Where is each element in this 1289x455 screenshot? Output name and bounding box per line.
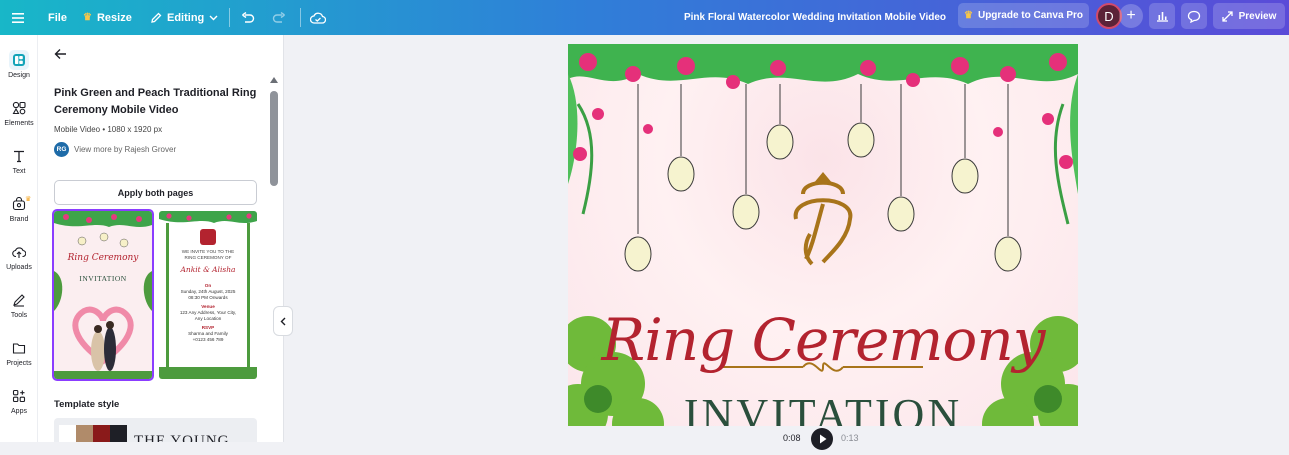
design-icon <box>9 50 29 70</box>
template-detail-panel: Pink Green and Peach Traditional Ring Ce… <box>38 35 284 442</box>
undo-icon <box>242 11 255 23</box>
thumbnail-2-invite-text: WE INVITE YOU TO THE RING CEREMONY OF <box>169 249 247 261</box>
template-style-heading: Template style <box>54 399 120 410</box>
canvas-invitation-heading[interactable]: INVITATION <box>568 389 1078 426</box>
redo-icon <box>272 11 285 23</box>
crown-icon: ♛ <box>25 196 32 203</box>
text-icon <box>9 146 29 166</box>
rail-item-elements[interactable]: Elements <box>0 98 38 142</box>
document-title[interactable]: Pink Floral Watercolor Wedding Invitatio… <box>620 0 1010 35</box>
left-rail: Design Elements Text ♛ Brand Uploads Too… <box>0 35 38 442</box>
style-preview-text: THE YOUNG <box>134 433 230 442</box>
upgrade-label: Upgrade to Canva Pro <box>977 10 1083 21</box>
crown-icon: ♛ <box>964 10 973 21</box>
upgrade-button[interactable]: ♛ Upgrade to Canva Pro <box>958 3 1089 28</box>
page-thumbnail-1[interactable]: Ring Ceremony INVITATION <box>52 209 154 381</box>
scrollbar-thumb[interactable] <box>270 91 278 186</box>
rail-label: Brand <box>9 216 29 223</box>
design-canvas[interactable]: Ring Ceremony INVITATION <box>568 44 1078 426</box>
rail-label: Text <box>12 168 26 175</box>
author-link[interactable]: RG View more by Rajesh Grover <box>54 142 176 157</box>
author-label: View more by Rajesh Grover <box>74 145 177 154</box>
pencil-icon <box>151 12 162 23</box>
rail-item-text[interactable]: Text <box>0 146 38 190</box>
arrow-left-icon <box>54 49 66 59</box>
add-collaborator-button[interactable]: + <box>1119 4 1143 28</box>
template-style-card[interactable]: THE YOUNG <box>54 418 257 442</box>
bar-chart-icon <box>1156 12 1168 22</box>
rail-item-tools[interactable]: Tools <box>0 290 38 334</box>
redo-button[interactable] <box>272 0 286 35</box>
play-button[interactable] <box>811 428 833 450</box>
chevron-left-icon <box>280 317 286 325</box>
apply-both-pages-button[interactable]: Apply both pages <box>54 180 257 205</box>
rail-label: Apps <box>11 408 27 415</box>
rail-item-brand[interactable]: ♛ Brand <box>0 194 38 238</box>
play-icon <box>820 434 827 444</box>
resize-label: Resize <box>96 11 132 24</box>
file-label: File <box>48 11 67 24</box>
avatar-initial: D <box>1104 8 1114 24</box>
chevron-down-icon <box>209 15 218 20</box>
thumbnail-1-art <box>54 211 152 379</box>
toolbar-divider <box>300 8 301 27</box>
thumbnail-1-subtitle: INVITATION <box>79 274 127 283</box>
top-bar: File ♛ Resize Editing Pink Floral Waterc… <box>0 0 1289 35</box>
collapse-panel-button[interactable] <box>273 306 293 336</box>
rail-item-design[interactable]: Design <box>0 50 38 94</box>
menu-button[interactable] <box>12 0 24 35</box>
cloud-check-icon <box>310 12 326 24</box>
resize-button[interactable]: ♛ Resize <box>83 0 132 35</box>
comment-icon <box>1187 10 1201 23</box>
editing-label: Editing <box>167 11 205 24</box>
venue-line-2: Any Location <box>194 316 222 321</box>
rail-label: Tools <box>10 312 28 319</box>
uploads-icon <box>9 242 29 262</box>
crown-icon: ♛ <box>83 12 92 23</box>
rail-label: Elements <box>4 120 34 127</box>
elements-icon <box>9 98 29 118</box>
projects-icon <box>9 338 29 358</box>
scroll-up-icon <box>270 77 278 83</box>
page-thumbnail-2[interactable]: WE INVITE YOU TO THE RING CEREMONY OF An… <box>159 211 257 379</box>
undo-button[interactable] <box>241 0 255 35</box>
back-button[interactable] <box>54 47 67 65</box>
invite-line-2: RING CEREMONY OF <box>184 255 232 260</box>
style-swatch-red <box>93 425 110 442</box>
comments-button[interactable] <box>1181 3 1207 29</box>
author-avatar: RG <box>54 142 69 157</box>
file-menu[interactable]: File <box>48 0 67 35</box>
style-swatch-black <box>110 425 127 442</box>
template-meta: Mobile Video • 1080 x 1920 px <box>54 125 163 134</box>
rail-label: Projects <box>6 360 32 367</box>
canvas-ring-ceremony-title[interactable]: Ring Ceremony <box>568 306 1078 374</box>
toolbar-divider <box>229 8 230 27</box>
expand-icon <box>1221 10 1233 22</box>
rail-label: Design <box>8 72 30 79</box>
event-time: 08:30 PM Onwards <box>188 295 228 300</box>
plus-icon: + <box>1126 7 1136 24</box>
apps-icon <box>9 386 29 406</box>
rail-item-projects[interactable]: Projects <box>0 338 38 382</box>
preview-label: Preview <box>1238 10 1277 22</box>
tools-icon <box>9 290 29 310</box>
thumbnail-2-names: Ankit & Alisha <box>180 265 236 274</box>
apply-label: Apply both pages <box>117 187 194 198</box>
preview-button[interactable]: Preview <box>1213 3 1285 29</box>
thumbnail-1-title: Ring Ceremony <box>67 253 139 263</box>
rail-item-uploads[interactable]: Uploads <box>0 242 38 286</box>
rail-label: Uploads <box>6 264 32 271</box>
hamburger-icon <box>12 12 24 23</box>
panel-scrollbar[interactable] <box>270 55 278 415</box>
rail-item-apps[interactable]: Apps <box>0 386 38 430</box>
style-swatch-tan <box>76 425 93 442</box>
editing-dropdown[interactable]: Editing <box>150 0 218 35</box>
rsvp-phone: +0123 456 789 <box>192 337 224 342</box>
template-title: Pink Green and Peach Traditional Ring Ce… <box>54 87 257 116</box>
cloud-save-button[interactable] <box>310 0 326 35</box>
insights-button[interactable] <box>1149 3 1175 29</box>
thumbnail-2-details: On Sunday, 24th August, 2025 08:30 PM On… <box>169 283 247 343</box>
style-swatch-white <box>59 425 76 442</box>
